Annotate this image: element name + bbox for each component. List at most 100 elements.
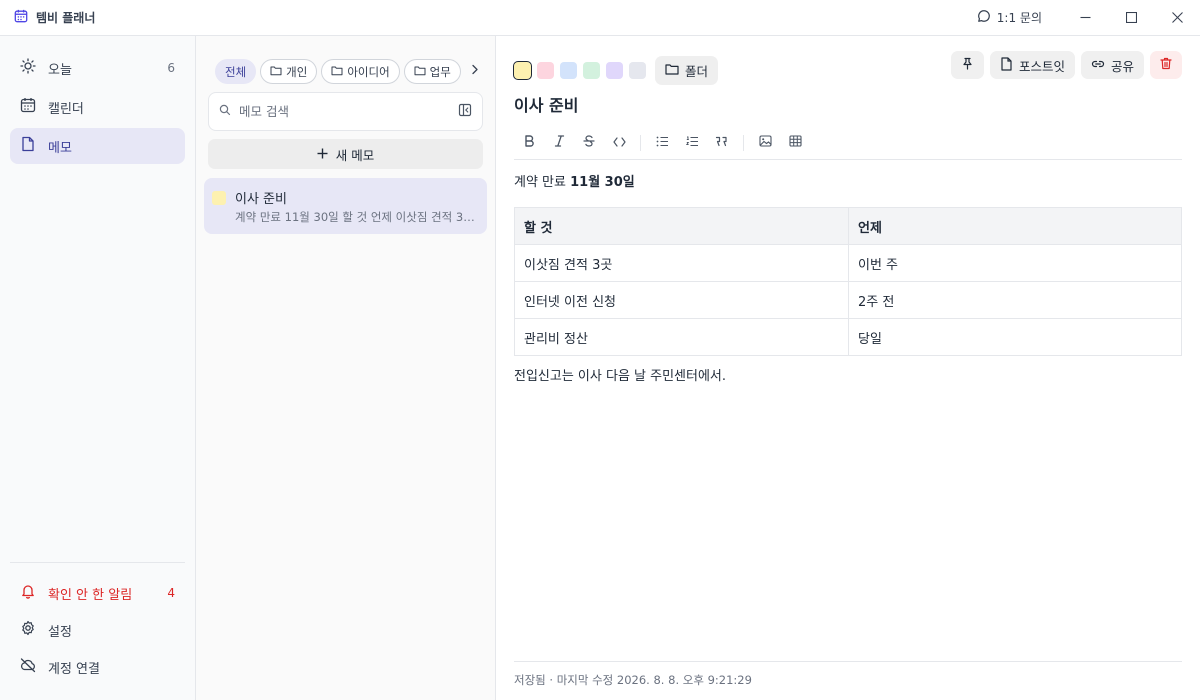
sidebar-item-memo[interactable]: 메모 (10, 128, 185, 164)
numbered-list-icon (685, 136, 699, 151)
minimize-button[interactable] (1062, 0, 1108, 36)
table-cell: 2주 전 (848, 281, 1182, 319)
alert-count-badge: 4 (167, 586, 175, 600)
strikethrough-button[interactable] (574, 131, 604, 155)
numbered-list-button[interactable] (677, 131, 707, 155)
gear-icon (20, 620, 36, 640)
color-swatch-blue[interactable] (560, 62, 577, 79)
link-icon (1091, 58, 1105, 73)
sidebar-item-label: 메모 (48, 140, 72, 156)
chip-label: 아이디어 (347, 64, 390, 79)
sidebar-item-label: 캘린더 (48, 101, 84, 117)
folder-icon (414, 65, 426, 79)
collapse-panel-icon[interactable] (458, 103, 472, 121)
pin-button[interactable] (950, 51, 984, 79)
color-swatch-yellow[interactable] (513, 61, 532, 80)
color-swatch-gray[interactable] (629, 62, 646, 79)
save-status: 저장됨 · 마지막 수정 2026. 8. 8. 오후 9:21:29 (514, 661, 1182, 688)
memo-color-swatch (212, 191, 226, 205)
sidebar-item-label: 계정 연결 (48, 661, 100, 677)
chip-label: 업무 (429, 64, 451, 79)
sidebar-divider (10, 562, 185, 563)
table-row: 관리비 정산 당일 (514, 318, 1182, 356)
new-memo-button[interactable]: 새 메모 (208, 139, 483, 169)
table-row: 인터넷 이전 신청 2주 전 (514, 281, 1182, 319)
sidebar-item-unread-alerts[interactable]: 확인 안 한 알림 4 (10, 575, 185, 611)
note-icon (1000, 56, 1013, 74)
folder-button-label: 폴더 (685, 64, 709, 79)
toolbar-divider (640, 135, 641, 151)
table-icon (788, 135, 802, 151)
table-header-row: 할 것 언제 (514, 207, 1182, 245)
color-swatch-purple[interactable] (606, 62, 623, 79)
chat-bubble-icon (977, 9, 991, 26)
bold-button[interactable] (514, 131, 544, 155)
pin-icon (961, 57, 974, 73)
folder-icon (270, 65, 282, 79)
today-count-badge: 6 (167, 61, 175, 75)
memo-list-pane: 전체 개인 아이디어 업무 새 메모 (196, 36, 496, 700)
calendar-icon (14, 9, 28, 26)
intro-bold-date: 11월 30일 (570, 175, 635, 190)
chip-label: 전체 (225, 64, 247, 79)
postit-button[interactable]: 포스트잇 (989, 51, 1075, 79)
search-icon (219, 104, 231, 120)
chip-ideas[interactable]: 아이디어 (321, 59, 400, 84)
inquiry-label: 1:1 문의 (996, 11, 1042, 25)
italic-icon (554, 135, 565, 151)
color-swatch-green[interactable] (583, 62, 600, 79)
todo-table: 할 것 언제 이삿짐 견적 3곳 이번 주 인터넷 이전 신청 2주 전 관리비… (514, 207, 1182, 356)
intro-text: 계약 만료 (514, 175, 571, 190)
share-button[interactable]: 공유 (1080, 51, 1144, 79)
memo-search (208, 92, 483, 131)
bell-icon (20, 583, 36, 603)
italic-button[interactable] (544, 131, 574, 155)
plus-icon (317, 147, 328, 162)
outro-paragraph: 전입신고는 이사 다음 날 주민센터에서. (514, 369, 727, 384)
delete-button[interactable] (1150, 51, 1182, 79)
inquiry-button[interactable]: 1:1 문의 (977, 9, 1042, 26)
memo-editor: 폴더 포스트잇 공유 이사 준비 계약 만료 11월 30일 할 것 언제 이삿… (496, 36, 1200, 700)
table-header-cell: 언제 (848, 207, 1182, 245)
app-title: 템비 플래너 (36, 11, 96, 25)
chip-work[interactable]: 업무 (403, 59, 461, 84)
sidebar-item-settings[interactable]: 설정 (10, 612, 185, 648)
calendar-icon (20, 97, 36, 117)
chip-label: 개인 (286, 64, 308, 79)
folder-icon (665, 63, 679, 78)
sidebar-item-today[interactable]: 오늘 6 (10, 50, 185, 86)
table-header-cell: 할 것 (514, 207, 849, 245)
chip-all[interactable]: 전체 (215, 59, 257, 84)
code-icon (612, 136, 626, 151)
quote-icon (715, 136, 729, 151)
intro-paragraph: 계약 만료 11월 30일 (514, 174, 1182, 192)
title-bar: 템비 플래너 1:1 문의 (0, 0, 1200, 36)
chip-personal[interactable]: 개인 (260, 59, 318, 84)
search-input[interactable] (239, 104, 450, 119)
sidebar-item-account-link[interactable]: 계정 연결 (10, 649, 185, 685)
sidebar-item-label: 오늘 (48, 62, 72, 78)
maximize-button[interactable] (1108, 0, 1154, 36)
image-button[interactable] (750, 131, 780, 155)
sidebar: 오늘 6 캘린더 메모 확인 안 한 알림 4 설정 계정 연결 (0, 36, 196, 700)
table-cell: 이번 주 (848, 244, 1182, 282)
color-swatch-pink[interactable] (537, 62, 554, 79)
memo-list-item[interactable]: 이사 준비 계약 만료 11월 30일 할 것 언제 이삿짐 견적 3곳 이번 … (204, 178, 487, 234)
folder-button[interactable]: 폴더 (655, 56, 719, 85)
note-icon (20, 136, 36, 156)
cloud-off-icon (20, 657, 36, 677)
sidebar-item-calendar[interactable]: 캘린더 (10, 89, 185, 125)
image-icon (758, 135, 772, 151)
bullet-list-button[interactable] (647, 131, 677, 155)
chevron-right-icon[interactable] (465, 64, 485, 79)
close-window-button[interactable] (1154, 0, 1200, 36)
memo-title-heading[interactable]: 이사 준비 (514, 92, 578, 116)
sun-icon (20, 58, 36, 78)
code-button[interactable] (604, 131, 634, 155)
quote-button[interactable] (707, 131, 737, 155)
table-cell: 당일 (848, 318, 1182, 356)
memo-body[interactable]: 계약 만료 11월 30일 할 것 언제 이삿짐 견적 3곳 이번 주 인터넷 … (514, 174, 1182, 386)
bold-icon (524, 135, 535, 151)
table-button[interactable] (780, 131, 810, 155)
memo-title: 이사 준비 (235, 192, 287, 207)
